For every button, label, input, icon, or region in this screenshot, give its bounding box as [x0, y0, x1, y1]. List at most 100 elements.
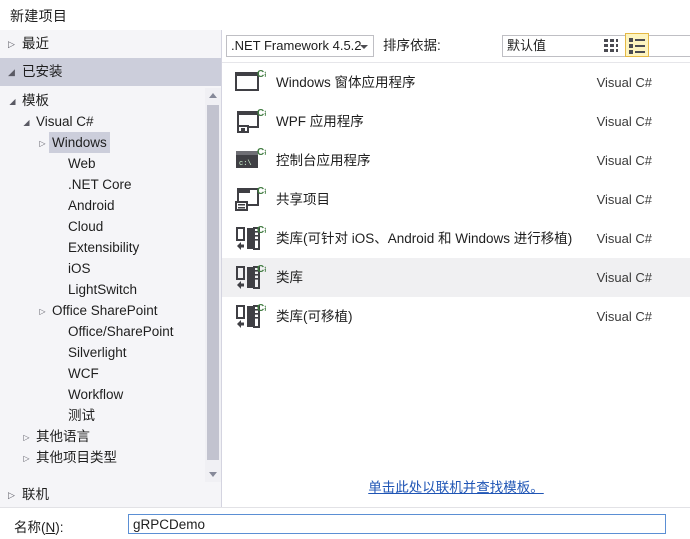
- template-name: 类库(可针对 iOS、Android 和 Windows 进行移植): [276, 231, 573, 246]
- sidebar-item-label: iOS: [68, 261, 91, 276]
- svg-text:C#: C#: [257, 147, 266, 158]
- sidebar-item-web[interactable]: Web: [0, 153, 221, 174]
- svg-text:C#: C#: [257, 186, 266, 197]
- sidebar-item-label: WCF: [68, 366, 99, 381]
- sidebar-item-[interactable]: ◢ 模板: [0, 90, 221, 111]
- sidebar-section-installed[interactable]: ◢ 已安装: [0, 58, 221, 86]
- project-name-input[interactable]: [128, 514, 666, 534]
- grid-view-icon[interactable]: [599, 33, 623, 57]
- chevron-down-icon: ◢: [8, 67, 15, 77]
- template-language: Visual C#: [596, 114, 652, 129]
- template-name: 控制台应用程序: [276, 153, 371, 168]
- sidebar-item-label: Extensibility: [68, 240, 140, 255]
- sidebar-item-net-core[interactable]: .NET Core: [0, 174, 221, 195]
- sidebar-scrollbar[interactable]: [205, 88, 221, 482]
- svg-text:C#: C#: [257, 303, 266, 314]
- template-name: 类库: [276, 270, 303, 285]
- template-language: Visual C#: [596, 192, 652, 207]
- sidebar-item-label: Web: [68, 156, 96, 171]
- svg-text:C#: C#: [257, 108, 266, 119]
- sidebar-item-label: 其他项目类型: [36, 450, 117, 465]
- page-title: 新建项目: [10, 8, 68, 24]
- sidebar-item-android[interactable]: Android: [0, 195, 221, 216]
- sidebar-section-installed-label: 已安装: [22, 64, 63, 79]
- sidebar-item-label: 其他语言: [36, 429, 90, 444]
- winforms-icon: C#: [234, 68, 270, 98]
- template-name: 共享项目: [276, 192, 330, 207]
- list-view-icon[interactable]: [625, 33, 649, 57]
- sort-by-label: 排序依据:: [383, 38, 441, 53]
- sidebar-item-label: Office/SharePoint: [68, 324, 174, 339]
- template-name: Windows 窗体应用程序: [276, 75, 416, 90]
- find-online-templates-link[interactable]: 单击此处以联机并查找模板。: [368, 476, 544, 496]
- class-library-icon: C#: [234, 263, 270, 293]
- template-name: WPF 应用程序: [276, 114, 364, 129]
- shared-project-icon: C#: [234, 185, 270, 215]
- chevron-down-icon: [360, 45, 368, 49]
- sidebar-item-label: Silverlight: [68, 345, 127, 360]
- sidebar-tree: ◢ 模板 ◢ Visual C# ▷ Windows Web .NET Core Android…: [0, 88, 221, 482]
- svg-text:C#: C#: [257, 264, 266, 275]
- sidebar-item-visual-c[interactable]: ◢ Visual C#: [0, 111, 221, 132]
- sidebar-item-label: Office SharePoint: [52, 303, 158, 318]
- sidebar-item-silverlight[interactable]: Silverlight: [0, 342, 221, 363]
- sidebar-item-office-sharepoint[interactable]: ▷ Office SharePoint: [0, 300, 221, 321]
- template-language: Visual C#: [596, 270, 652, 285]
- sidebar-item-lightswitch[interactable]: LightSwitch: [0, 279, 221, 300]
- sidebar-item-label: Workflow: [68, 387, 124, 402]
- project-name-label-prefix: 名称(: [14, 520, 46, 535]
- scroll-up-arrow-icon[interactable]: [205, 88, 221, 104]
- template-list-item[interactable]: C# 共享项目 Visual C#: [222, 180, 690, 219]
- sort-by-dropdown[interactable]: 默认值: [502, 35, 690, 57]
- sidebar-section-online-label: 联机: [22, 487, 49, 502]
- sidebar-item-wcf[interactable]: WCF: [0, 363, 221, 384]
- sidebar-item-office-sharepoint[interactable]: Office/SharePoint: [0, 321, 221, 342]
- sidebar-item-label: Visual C#: [36, 114, 94, 129]
- sidebar-item-label: Cloud: [68, 219, 104, 234]
- chevron-down-icon: ◢: [23, 118, 30, 127]
- online-templates-bar: 单击此处以联机并查找模板。: [222, 470, 690, 508]
- sidebar-item-label: .NET Core: [68, 177, 132, 192]
- framework-version-value: .NET Framework 4.5.2: [231, 38, 362, 53]
- template-list-item[interactable]: C# 类库 Visual C#: [222, 258, 690, 297]
- sidebar-item-cloud[interactable]: Cloud: [0, 216, 221, 237]
- sidebar-item-workflow[interactable]: Workflow: [0, 384, 221, 405]
- sidebar-item-label: 模板: [22, 93, 49, 108]
- sidebar-item-label: Windows: [49, 132, 110, 153]
- template-list-item[interactable]: C# WPF 应用程序 Visual C#: [222, 102, 690, 141]
- sidebar-section-online[interactable]: ▷ 联机: [0, 482, 221, 508]
- sort-by-value: 默认值: [507, 38, 547, 53]
- template-name: 类库(可移植): [276, 309, 353, 324]
- template-list-item[interactable]: c:\ C# 控制台应用程序 Visual C#: [222, 141, 690, 180]
- svg-text:c:\: c:\: [239, 160, 252, 168]
- chevron-right-icon: ▷: [39, 307, 46, 316]
- framework-version-dropdown[interactable]: .NET Framework 4.5.2: [226, 35, 374, 57]
- sidebar-item-[interactable]: 测试: [0, 405, 221, 426]
- sidebar-item-[interactable]: ▷ 其他项目类型: [0, 447, 221, 468]
- scrollbar-thumb[interactable]: [207, 105, 219, 460]
- scroll-down-arrow-icon[interactable]: [205, 466, 221, 482]
- templates-toolbar: .NET Framework 4.5.2 排序依据: 默认值: [222, 30, 690, 62]
- sidebar-section-recent-label: 最近: [22, 36, 49, 51]
- chevron-right-icon: ▷: [8, 39, 15, 49]
- svg-text:C#: C#: [257, 225, 266, 236]
- console-icon: c:\ C#: [234, 146, 270, 176]
- template-list-item[interactable]: C# Windows 窗体应用程序 Visual C#: [222, 63, 690, 102]
- chevron-right-icon: ▷: [23, 454, 30, 463]
- chevron-right-icon: ▷: [39, 139, 46, 148]
- sidebar-item-ios[interactable]: iOS: [0, 258, 221, 279]
- portable-class-library-icon: C#: [234, 224, 270, 254]
- project-name-label-accesskey: N: [45, 520, 56, 535]
- sidebar-item-extensibility[interactable]: Extensibility: [0, 237, 221, 258]
- template-list: C# Windows 窗体应用程序 Visual C# C# WPF 应用程序 Visua…: [222, 62, 690, 471]
- project-name-label-suffix: ):: [55, 520, 64, 535]
- template-list-item[interactable]: C# 类库(可移植) Visual C#: [222, 297, 690, 336]
- template-language: Visual C#: [596, 153, 652, 168]
- sidebar: ▷ 最近 ◢ 已安装 ◢ 模板 ◢ Visual C# ▷ Windows Web .NET Co…: [0, 30, 222, 508]
- sidebar-item-[interactable]: ▷ 其他语言: [0, 426, 221, 447]
- template-list-item[interactable]: C# 类库(可针对 iOS、Android 和 Windows 进行移植) Visu…: [222, 219, 690, 258]
- wpf-icon: C#: [234, 107, 270, 137]
- sidebar-section-recent[interactable]: ▷ 最近: [0, 30, 221, 58]
- template-language: Visual C#: [596, 75, 652, 90]
- sidebar-item-windows[interactable]: ▷ Windows: [0, 132, 221, 153]
